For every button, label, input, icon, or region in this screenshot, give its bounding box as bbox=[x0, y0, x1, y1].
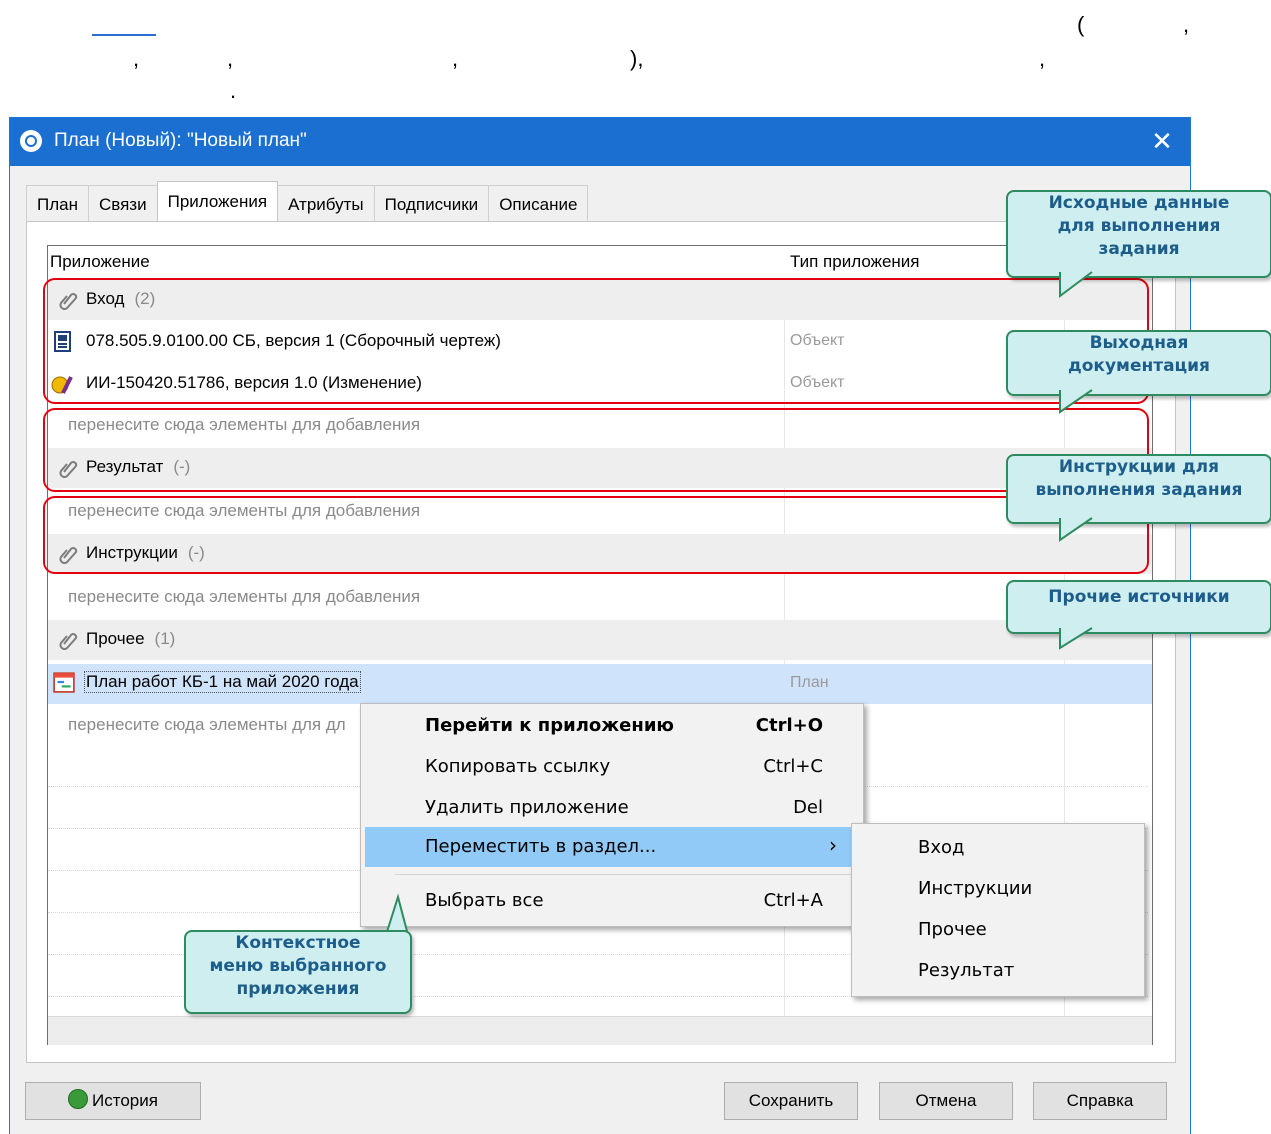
help-button[interactable]: Справка bbox=[1033, 1082, 1167, 1120]
menu-item-shortcut: Del bbox=[793, 797, 823, 818]
doc-punct: , bbox=[227, 46, 234, 71]
callout-other-sources: Прочие источники bbox=[1006, 580, 1271, 634]
group-label: Прочее (1) bbox=[86, 629, 176, 648]
submenu-item-result[interactable]: Результат bbox=[918, 960, 1014, 981]
drop-zone-row[interactable]: перенесите сюда элементы для добавления bbox=[48, 578, 1152, 618]
doc-punct: . bbox=[230, 78, 237, 103]
app-logo-icon bbox=[20, 130, 42, 152]
history-clock-icon bbox=[68, 1089, 89, 1109]
submenu-item-instructions[interactable]: Инструкции bbox=[918, 878, 1032, 899]
tab-strip: План Связи Приложения Атрибуты Подписчик… bbox=[26, 181, 589, 222]
column-header-type[interactable]: Тип приложения bbox=[790, 252, 920, 272]
menu-item-label: Перейти к приложению bbox=[425, 715, 674, 736]
tab-attachments[interactable]: Приложения bbox=[156, 181, 279, 221]
menu-item-shortcut: Ctrl+O bbox=[755, 715, 823, 736]
menu-item-move-to-section[interactable]: Переместить в раздел... › bbox=[365, 827, 859, 867]
instructions-section-frame bbox=[43, 496, 1149, 574]
context-menu: Перейти к приложению Ctrl+O Копировать с… bbox=[360, 703, 864, 927]
drop-hint: перенесите сюда элементы для дл bbox=[68, 715, 346, 734]
item-type: План bbox=[790, 674, 829, 691]
column-header-attachment[interactable]: Приложение bbox=[50, 252, 150, 272]
menu-item-label: Переместить в раздел... bbox=[425, 836, 657, 857]
doc-punct: , bbox=[133, 46, 140, 71]
menu-item-goto[interactable]: Перейти к приложению Ctrl+O bbox=[365, 706, 859, 746]
paperclip-icon bbox=[59, 633, 78, 650]
callout-input-data: Исходные данные для выполнения задания bbox=[1006, 190, 1271, 278]
callout-pointer bbox=[1059, 517, 1093, 542]
tab-subscribers[interactable]: Подписчики bbox=[373, 185, 490, 221]
menu-separator bbox=[395, 874, 855, 875]
move-submenu: Вход Инструкции Прочее Результат bbox=[851, 823, 1145, 997]
callout-output-docs: Выходная документация bbox=[1006, 330, 1271, 396]
tab-links[interactable]: Связи bbox=[87, 185, 158, 221]
callout-instructions: Инструкции для выполнения задания bbox=[1006, 454, 1271, 524]
window-title: План (Новый): "Новый план" bbox=[54, 130, 307, 151]
title-bar[interactable]: План (Новый): "Новый план" ✕ bbox=[10, 118, 1190, 166]
drop-hint: перенесите сюда элементы для добавления bbox=[68, 587, 421, 606]
doc-punct: , bbox=[1039, 46, 1046, 71]
item-name: План работ КБ-1 на май 2020 года bbox=[84, 671, 361, 693]
menu-item-shortcut: Ctrl+C bbox=[763, 756, 823, 777]
close-button[interactable]: ✕ bbox=[1144, 126, 1180, 158]
doc-punct: ( bbox=[1077, 12, 1085, 37]
tab-attributes[interactable]: Атрибуты bbox=[277, 185, 375, 221]
plan-calendar-icon bbox=[53, 672, 75, 693]
doc-punct: ), bbox=[630, 46, 644, 71]
chevron-right-icon: › bbox=[829, 833, 837, 857]
result-section-frame bbox=[43, 408, 1149, 492]
doc-punct: , bbox=[452, 46, 459, 71]
tab-description[interactable]: Описание bbox=[488, 185, 589, 221]
cancel-button[interactable]: Отмена bbox=[879, 1082, 1013, 1120]
doc-punct: , bbox=[1183, 12, 1190, 37]
group-row-other[interactable]: Прочее (1) bbox=[48, 620, 1152, 660]
save-button[interactable]: Сохранить bbox=[724, 1082, 858, 1120]
history-button[interactable]: История bbox=[25, 1082, 201, 1120]
history-label: История bbox=[92, 1091, 158, 1110]
input-section-frame bbox=[43, 278, 1149, 404]
menu-item-label: Копировать ссылку bbox=[425, 756, 611, 777]
list-item-selected[interactable]: План работ КБ-1 на май 2020 года План bbox=[48, 664, 1152, 704]
menu-item-select-all[interactable]: Выбрать все Ctrl+A bbox=[365, 881, 859, 921]
submenu-item-other[interactable]: Прочее bbox=[918, 919, 987, 940]
menu-item-label: Выбрать все bbox=[425, 890, 544, 911]
menu-item-copy-link[interactable]: Копировать ссылку Ctrl+C bbox=[365, 747, 859, 787]
callout-pointer bbox=[1059, 271, 1093, 298]
horizontal-scrollbar[interactable] bbox=[48, 1016, 1152, 1045]
doc-link[interactable] bbox=[92, 34, 156, 36]
menu-item-label: Удалить приложение bbox=[425, 797, 629, 818]
callout-context-menu: Контекстное меню выбранного приложения bbox=[184, 930, 412, 1014]
menu-item-shortcut: Ctrl+A bbox=[763, 890, 823, 911]
menu-item-delete[interactable]: Удалить приложение Del bbox=[365, 788, 859, 828]
grid-header: Приложение Тип приложения bbox=[48, 246, 1152, 280]
submenu-item-input[interactable]: Вход bbox=[918, 837, 964, 858]
callout-pointer bbox=[1059, 389, 1093, 414]
callout-pointer bbox=[1059, 627, 1093, 650]
tab-plan[interactable]: План bbox=[26, 185, 89, 221]
